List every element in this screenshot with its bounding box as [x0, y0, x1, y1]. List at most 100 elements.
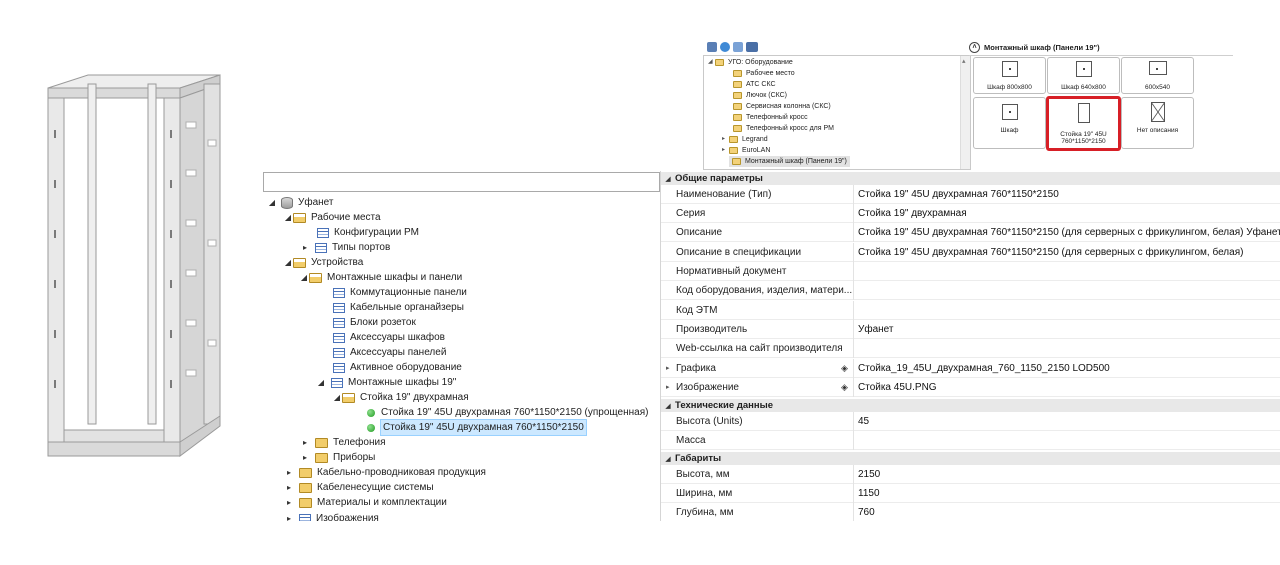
tree-item[interactable]: ◢ Стойка 19" двухрамная	[332, 390, 469, 405]
ugo-tree-item[interactable]: Телефонный кросс для РМ	[733, 123, 834, 134]
tree-item[interactable]: Блоки розеток	[333, 315, 416, 330]
property-row[interactable]: Высота (Units) 45	[661, 412, 1280, 431]
folder-icon	[733, 125, 742, 132]
category-general[interactable]: ◢ Общие параметры	[661, 172, 1280, 185]
tree-item[interactable]: Кабельные органайзеры	[333, 300, 464, 315]
property-row-expandable[interactable]: ▸ Изображение ◈ Стойка 45U.PNG	[661, 378, 1280, 397]
property-row[interactable]: Высота, мм 2150	[661, 465, 1280, 484]
database-icon	[281, 196, 293, 209]
expand-arrow-icon[interactable]: ◢	[267, 195, 277, 210]
expand-arrow-icon[interactable]: ▸	[300, 435, 310, 450]
ugo-tree-item[interactable]: АТС СКС	[733, 79, 776, 90]
table-icon	[317, 227, 329, 238]
expand-arrow-icon[interactable]: ▸	[284, 480, 294, 495]
folder-icon	[733, 70, 742, 77]
ugo-tree-item[interactable]: Рабочее место	[733, 68, 795, 79]
thumbnail[interactable]: 600x540	[1121, 57, 1194, 94]
table-icon	[331, 377, 343, 388]
ugo-tree-item[interactable]: Лючок (СКС)	[733, 90, 787, 101]
thumbnail[interactable]: Шкаф 640x800	[1047, 57, 1120, 94]
no-image-icon	[1150, 102, 1165, 122]
property-row[interactable]: Производитель Уфанет	[661, 320, 1280, 339]
table-icon	[333, 302, 345, 313]
tree-item[interactable]: Конфигурации РМ	[317, 225, 419, 240]
expand-arrow-icon[interactable]: ▸	[722, 145, 729, 156]
property-row[interactable]: Нормативный документ	[661, 262, 1280, 281]
tree-item[interactable]: ◢ Устройства	[283, 255, 363, 270]
expand-arrow-icon[interactable]: ▸	[722, 134, 729, 145]
thumbnail[interactable]: Шкаф	[973, 97, 1046, 149]
category-dims[interactable]: ◢ Габариты	[661, 452, 1280, 465]
tree-item[interactable]: ◢ Монтажные шкафы и панели	[299, 270, 462, 285]
expand-arrow-icon[interactable]: ▸	[300, 240, 310, 255]
tree-item[interactable]: ◢ Рабочие места	[283, 210, 381, 225]
tree-item[interactable]: ▸ Приборы	[300, 450, 375, 465]
property-row[interactable]: Наименование (Тип) Стойка 19" 45U двухра…	[661, 185, 1280, 204]
tree-item[interactable]: ▸ Материалы и комплектации	[284, 495, 447, 510]
property-row[interactable]: Серия Стойка 19" двухрамная	[661, 204, 1280, 223]
rack-icon	[1077, 103, 1090, 123]
cabinet-icon	[1148, 61, 1167, 75]
tree-item[interactable]: Активное оборудование	[333, 360, 462, 375]
ugo-tree-item[interactable]: Сервисная колонна (СКС)	[733, 101, 831, 112]
tree-item[interactable]: Коммутационные панели	[333, 285, 467, 300]
folder-icon	[299, 482, 312, 493]
folder-icon	[733, 114, 742, 121]
refresh-icon[interactable]	[720, 42, 730, 52]
tree-item[interactable]: ▸ Типы портов	[300, 240, 390, 255]
thumbnail-selected[interactable]: Стойка 19" 45U 760*1150*2150	[1046, 96, 1121, 151]
expand-arrow-icon[interactable]: ▸	[284, 511, 294, 521]
expand-arrow-icon[interactable]: ◢	[316, 375, 326, 390]
folder-icon	[715, 59, 724, 66]
tree-item[interactable]: ▸ Изображения	[284, 511, 379, 521]
tree-item[interactable]: ◢ Уфанет	[267, 195, 333, 210]
tree-item[interactable]: ▸ Кабельно-проводниковая продукция	[284, 465, 486, 480]
table-icon	[333, 287, 345, 298]
folder-open-icon	[309, 272, 322, 283]
tree-item[interactable]: Аксессуары шкафов	[333, 330, 445, 345]
tree-item[interactable]: Стойка 19" 45U двухрамная 760*1150*2150 …	[365, 405, 648, 420]
ugo-tree-item[interactable]: ▸ EuroLAN	[722, 145, 770, 156]
property-row[interactable]: Описание Стойка 19" 45U двухрамная 760*1…	[661, 223, 1280, 242]
search-input[interactable]	[263, 172, 660, 192]
property-row[interactable]: Описание в спецификации Стойка 19" 45U д…	[661, 243, 1280, 262]
expand-arrow-icon[interactable]: ◢	[332, 390, 342, 405]
thumbnail[interactable]: Нет описания	[1121, 97, 1194, 149]
category-tech[interactable]: ◢ Технические данные	[661, 399, 1280, 412]
ugo-tree-item[interactable]: ▸ Legrand	[722, 134, 768, 145]
property-row[interactable]: Ширина, мм 1150	[661, 484, 1280, 503]
expand-arrow-icon[interactable]: ◢	[283, 210, 293, 225]
thumbnail[interactable]: Шкаф 800x800	[973, 57, 1046, 94]
expand-arrow-icon[interactable]: ◢	[299, 270, 309, 285]
expand-arrow-icon[interactable]: ◢	[708, 57, 715, 68]
tree-item[interactable]: ◢ Монтажные шкафы 19"	[316, 375, 456, 390]
expand-arrow-icon[interactable]: ◢	[283, 255, 293, 270]
sort-icon[interactable]	[746, 42, 758, 52]
folder-icon	[733, 103, 742, 110]
ugo-tree-item[interactable]: Телефонный кросс	[733, 112, 808, 123]
tree-item[interactable]: Аксессуары панелей	[333, 345, 446, 360]
property-row-expandable[interactable]: ▸ Графика ◈ Стойка_19_45U_двухрамная_760…	[661, 359, 1280, 378]
collapse-icon[interactable]: ˄	[969, 41, 980, 53]
tree-item[interactable]: ▸ Кабеленесущие системы	[284, 480, 434, 495]
scroll-up-icon[interactable]: ▴	[962, 57, 966, 65]
database-icon[interactable]	[707, 42, 717, 52]
linked-param-icon: ◈	[841, 382, 848, 392]
property-row[interactable]: Код ЭТМ	[661, 301, 1280, 320]
property-row[interactable]: Web-ссылка на сайт производителя	[661, 339, 1280, 358]
property-row[interactable]: Код оборудования, изделия, матери...	[661, 281, 1280, 300]
tree-item-selected[interactable]: Стойка 19" 45U двухрамная 760*1150*2150	[365, 419, 587, 436]
expand-arrow-icon[interactable]: ▸	[284, 495, 294, 510]
property-row[interactable]: Масса	[661, 431, 1280, 450]
ugo-tree-item-selected[interactable]: Монтажный шкаф (Панели 19")	[729, 156, 850, 167]
property-row[interactable]: Глубина, мм 760	[661, 503, 1280, 521]
copy-icon[interactable]	[733, 42, 743, 52]
gallery-header[interactable]: ˄ Монтажный шкаф (Панели 19")	[969, 40, 1100, 54]
folder-icon	[729, 147, 738, 154]
folder-icon	[299, 497, 312, 508]
ugo-tree-item[interactable]: ◢ УГО: Оборудование	[708, 57, 793, 68]
expand-arrow-icon[interactable]: ▸	[300, 450, 310, 465]
expand-arrow-icon[interactable]: ▸	[284, 465, 294, 480]
folder-icon	[733, 81, 742, 88]
tree-item[interactable]: ▸ Телефония	[300, 435, 386, 450]
